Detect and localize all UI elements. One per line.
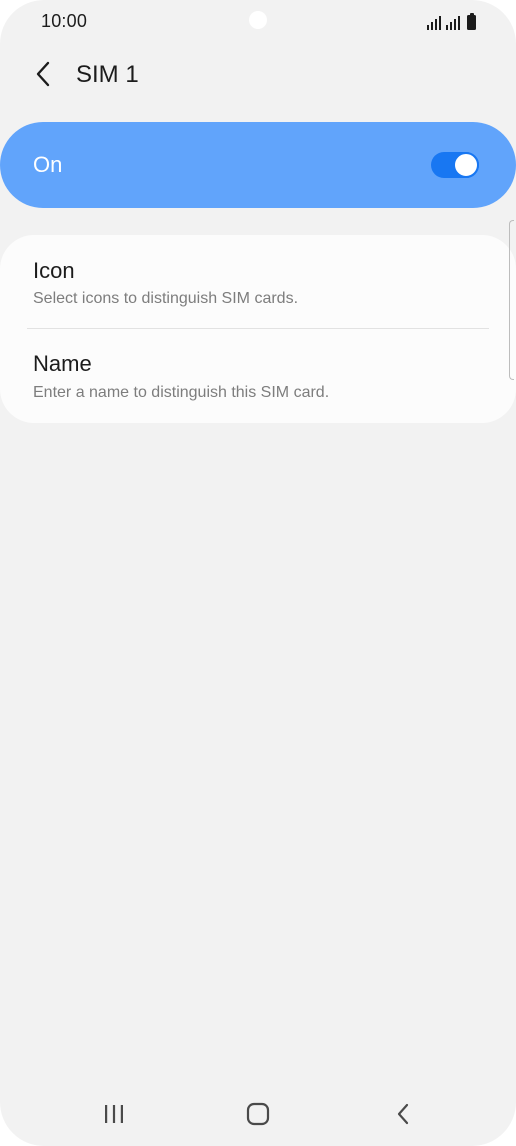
page-title: SIM 1 (76, 61, 139, 88)
setting-subtitle: Enter a name to distinguish this SIM car… (33, 384, 330, 401)
front-camera (249, 11, 267, 29)
recent-apps-button[interactable] (90, 1096, 138, 1132)
status-time: 10:00 (41, 11, 88, 31)
status-icons (427, 12, 476, 30)
master-switch-label: On (33, 152, 63, 177)
signal-sim1-icon (427, 16, 441, 30)
app-header: SIM 1 (0, 50, 516, 100)
setting-item-icon[interactable]: Icon Select icons to distinguish SIM car… (0, 235, 516, 329)
setting-title: Name (33, 351, 92, 376)
recent-apps-icon (105, 1105, 123, 1123)
nav-back-button[interactable] (379, 1096, 427, 1132)
home-icon (246, 1102, 270, 1126)
scrollbar[interactable] (509, 220, 514, 380)
setting-item-name[interactable]: Name Enter a name to distinguish this SI… (0, 329, 516, 423)
back-button[interactable] (26, 54, 60, 94)
setting-subtitle: Select icons to distinguish SIM cards. (33, 290, 299, 307)
settings-card: Icon Select icons to distinguish SIM car… (0, 235, 516, 423)
switch-knob (453, 152, 479, 178)
battery-icon (467, 13, 476, 30)
setting-title: Icon (33, 258, 75, 283)
signal-sim2-icon (446, 16, 460, 30)
home-button[interactable] (234, 1096, 282, 1132)
sim-toggle-switch[interactable] (431, 152, 479, 178)
back-icon (397, 1103, 409, 1125)
status-bar: 10:00 (0, 0, 516, 44)
navigation-bar (0, 1082, 516, 1146)
phone-screen: 10:00 SIM 1 On Icon Select icons to dist… (0, 0, 516, 1146)
chevron-left-icon (36, 61, 50, 87)
